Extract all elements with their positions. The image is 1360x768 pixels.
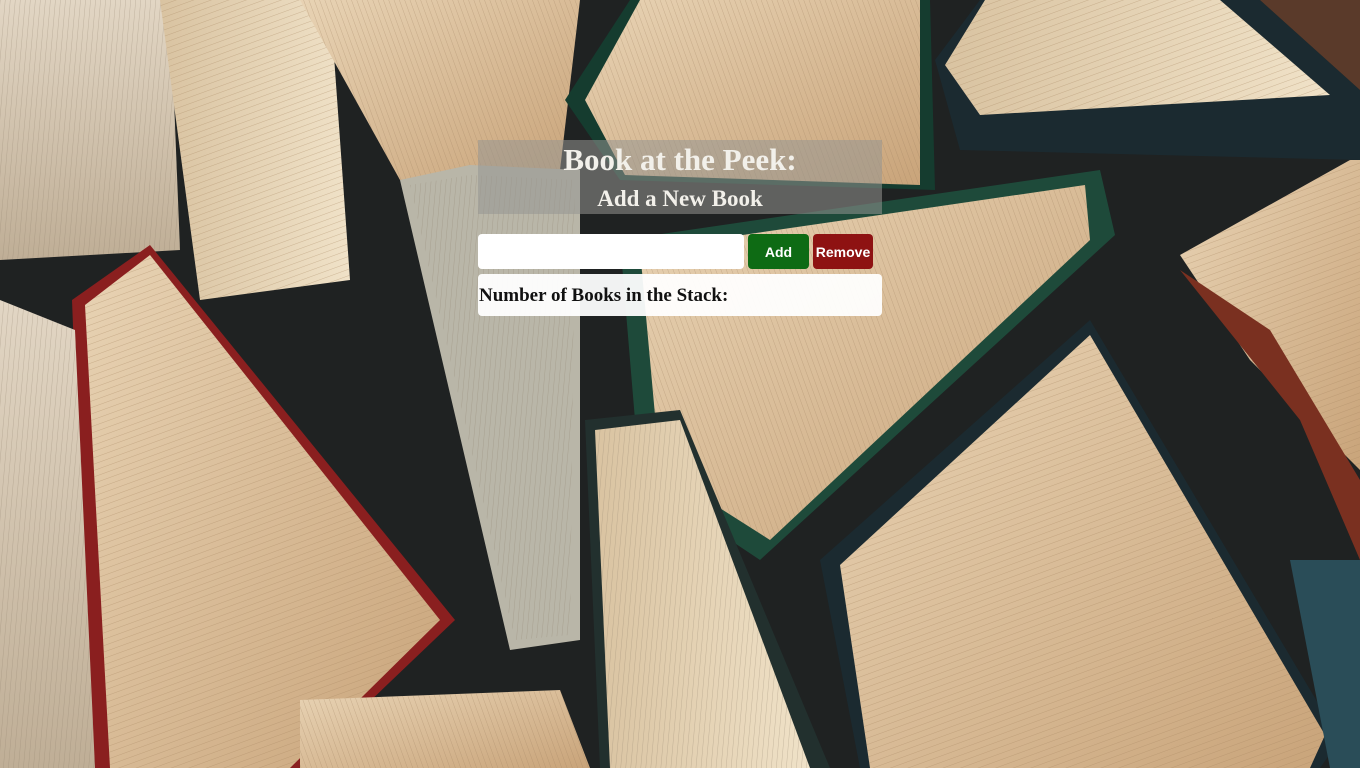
page-title: Book at the Peek: xyxy=(563,142,797,177)
stack-count-box: Number of Books in the Stack: xyxy=(478,274,882,316)
background-books-image xyxy=(0,0,1360,768)
add-button[interactable]: Add xyxy=(748,234,809,269)
stack-count-label: Number of Books in the Stack: xyxy=(479,285,729,306)
remove-button[interactable]: Remove xyxy=(813,234,873,269)
page-subtitle: Add a New Book xyxy=(597,186,763,211)
header-box: Book at the Peek: Add a New Book xyxy=(478,140,882,214)
book-title-input[interactable] xyxy=(478,234,744,269)
